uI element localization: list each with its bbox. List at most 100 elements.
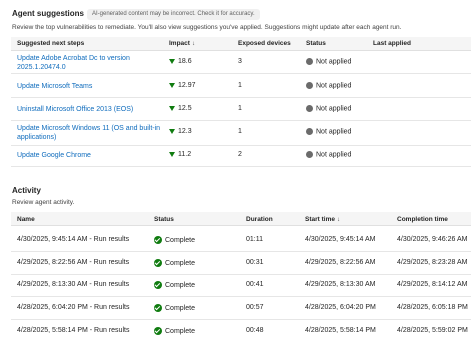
triangle-down-icon (169, 58, 175, 64)
checkmark-circle-icon (154, 281, 162, 289)
triangle-down-icon (169, 105, 175, 111)
column-header-impact-label: Impact (169, 40, 190, 47)
activity-start-cell: 4/29/2025, 8:13:30 AM (305, 281, 376, 288)
activity-name-cell[interactable]: 4/29/2025, 8:13:30 AM - Run results (17, 281, 129, 288)
exposed-devices-cell: 1 (238, 105, 242, 112)
row-divider (11, 73, 471, 74)
checkmark-circle-icon (154, 304, 162, 312)
activity-completion-cell: 4/30/2025, 9:46:26 AM (397, 236, 468, 243)
row-divider (11, 319, 471, 320)
column-header-status[interactable]: Status (306, 40, 326, 47)
status-dot-icon (306, 128, 313, 135)
status-cell: Not applied (306, 58, 351, 65)
status-cell: Not applied (306, 82, 351, 89)
column-header-last-applied[interactable]: Last applied (373, 40, 411, 47)
activity-duration-cell: 00:31 (246, 259, 264, 266)
impact-value: 18.6 (178, 58, 192, 65)
column-header-status[interactable]: Status (154, 216, 174, 223)
row-divider (11, 274, 471, 275)
status-dot-icon (306, 105, 313, 112)
suggestion-link[interactable]: Uninstall Microsoft Office 2013 (EOS) (17, 105, 162, 114)
activity-status-cell: Complete (154, 236, 195, 244)
row-divider (11, 296, 471, 297)
row-divider (11, 120, 471, 121)
activity-start-cell: 4/28/2025, 6:04:20 PM (305, 304, 376, 311)
column-header-completion-time[interactable]: Completion time (397, 216, 448, 223)
activity-status-label: Complete (165, 259, 195, 267)
status-cell: Not applied (306, 151, 351, 158)
impact-cell: 18.6 (169, 58, 192, 65)
exposed-devices-cell: 1 (238, 128, 242, 135)
row-divider (11, 166, 471, 167)
arrow-down-icon: ↓ (191, 41, 195, 47)
column-header-name[interactable]: Name (17, 216, 35, 223)
status-dot-icon (306, 151, 313, 158)
activity-status-cell: Complete (154, 304, 195, 312)
checkmark-circle-icon (154, 236, 162, 244)
status-dot-icon (306, 82, 313, 89)
impact-cell: 12.97 (169, 82, 196, 89)
suggestion-link[interactable]: Update Microsoft Windows 11 (OS and buil… (17, 124, 162, 142)
status-label: Not applied (316, 128, 352, 136)
activity-completion-cell: 4/29/2025, 8:14:12 AM (397, 281, 468, 288)
exposed-devices-cell: 3 (238, 58, 242, 65)
suggestions-description: Review the top vulnerabilities to remedi… (12, 24, 402, 31)
status-label: Not applied (316, 105, 352, 113)
activity-name-cell[interactable]: 4/28/2025, 6:04:20 PM - Run results (17, 304, 129, 311)
status-cell: Not applied (306, 128, 351, 135)
exposed-devices-cell: 2 (238, 151, 242, 158)
activity-duration-cell: 00:48 (246, 327, 264, 334)
activity-duration-cell: 01:11 (246, 236, 263, 243)
activity-completion-cell: 4/28/2025, 5:59:02 PM (397, 327, 468, 334)
suggestion-link[interactable]: Update Google Chrome (17, 151, 162, 160)
impact-cell: 12.5 (169, 105, 192, 112)
row-divider (11, 97, 471, 98)
impact-value: 12.3 (178, 128, 192, 135)
activity-name-cell[interactable]: 4/29/2025, 8:22:56 AM - Run results (17, 259, 129, 266)
activity-start-cell: 4/30/2025, 9:45:14 AM (305, 236, 376, 243)
arrow-down-icon: ↓ (336, 217, 340, 223)
activity-name-cell[interactable]: 4/30/2025, 9:45:14 AM - Run results (17, 236, 129, 243)
status-cell: Not applied (306, 105, 351, 112)
checkmark-circle-icon (154, 327, 162, 335)
activity-status-label: Complete (165, 304, 195, 312)
activity-completion-cell: 4/29/2025, 8:23:28 AM (397, 259, 468, 266)
suggestions-title: Agent suggestions (12, 9, 85, 18)
triangle-down-icon (169, 128, 175, 134)
activity-name-cell[interactable]: 4/28/2025, 5:58:14 PM - Run results (17, 327, 129, 334)
impact-value: 12.97 (178, 82, 196, 89)
impact-value: 11.2 (178, 151, 192, 158)
impact-cell: 12.3 (169, 128, 192, 135)
checkmark-circle-icon (154, 259, 162, 267)
activity-start-cell: 4/28/2025, 5:58:14 PM (305, 327, 376, 334)
activity-completion-cell: 4/28/2025, 6:05:18 PM (397, 304, 468, 311)
column-header-impact[interactable]: Impact ↓ (169, 40, 195, 47)
ai-disclaimer-badge: AI-generated content may be incorrect. C… (87, 9, 260, 20)
row-divider (11, 145, 471, 146)
activity-duration-cell: 00:57 (246, 304, 264, 311)
activity-status-label: Complete (165, 236, 195, 244)
activity-title: Activity (12, 186, 41, 195)
activity-status-cell: Complete (154, 281, 195, 289)
suggestion-link[interactable]: Update Adobe Acrobat Dc to version 2025.… (17, 54, 162, 72)
column-header-next-steps[interactable]: Suggested next steps (17, 40, 84, 47)
activity-start-cell: 4/29/2025, 8:22:56 AM (305, 259, 376, 266)
status-label: Not applied (316, 58, 352, 66)
status-label: Not applied (316, 151, 352, 159)
column-header-start-time[interactable]: Start time ↓ (305, 216, 340, 223)
status-label: Not applied (316, 82, 352, 90)
exposed-devices-cell: 1 (238, 82, 242, 89)
suggestion-link[interactable]: Update Microsoft Teams (17, 82, 162, 91)
activity-description: Review agent activity. (12, 199, 75, 206)
activity-status-label: Complete (165, 327, 195, 335)
column-header-duration[interactable]: Duration (246, 216, 273, 223)
triangle-down-icon (169, 82, 175, 88)
activity-status-cell: Complete (154, 259, 195, 267)
activity-status-label: Complete (165, 281, 195, 289)
column-header-exposed-devices[interactable]: Exposed devices (238, 40, 291, 47)
impact-cell: 11.2 (169, 151, 191, 158)
row-divider (11, 251, 471, 252)
triangle-down-icon (169, 151, 175, 157)
impact-value: 12.5 (178, 105, 192, 112)
status-dot-icon (306, 58, 313, 65)
